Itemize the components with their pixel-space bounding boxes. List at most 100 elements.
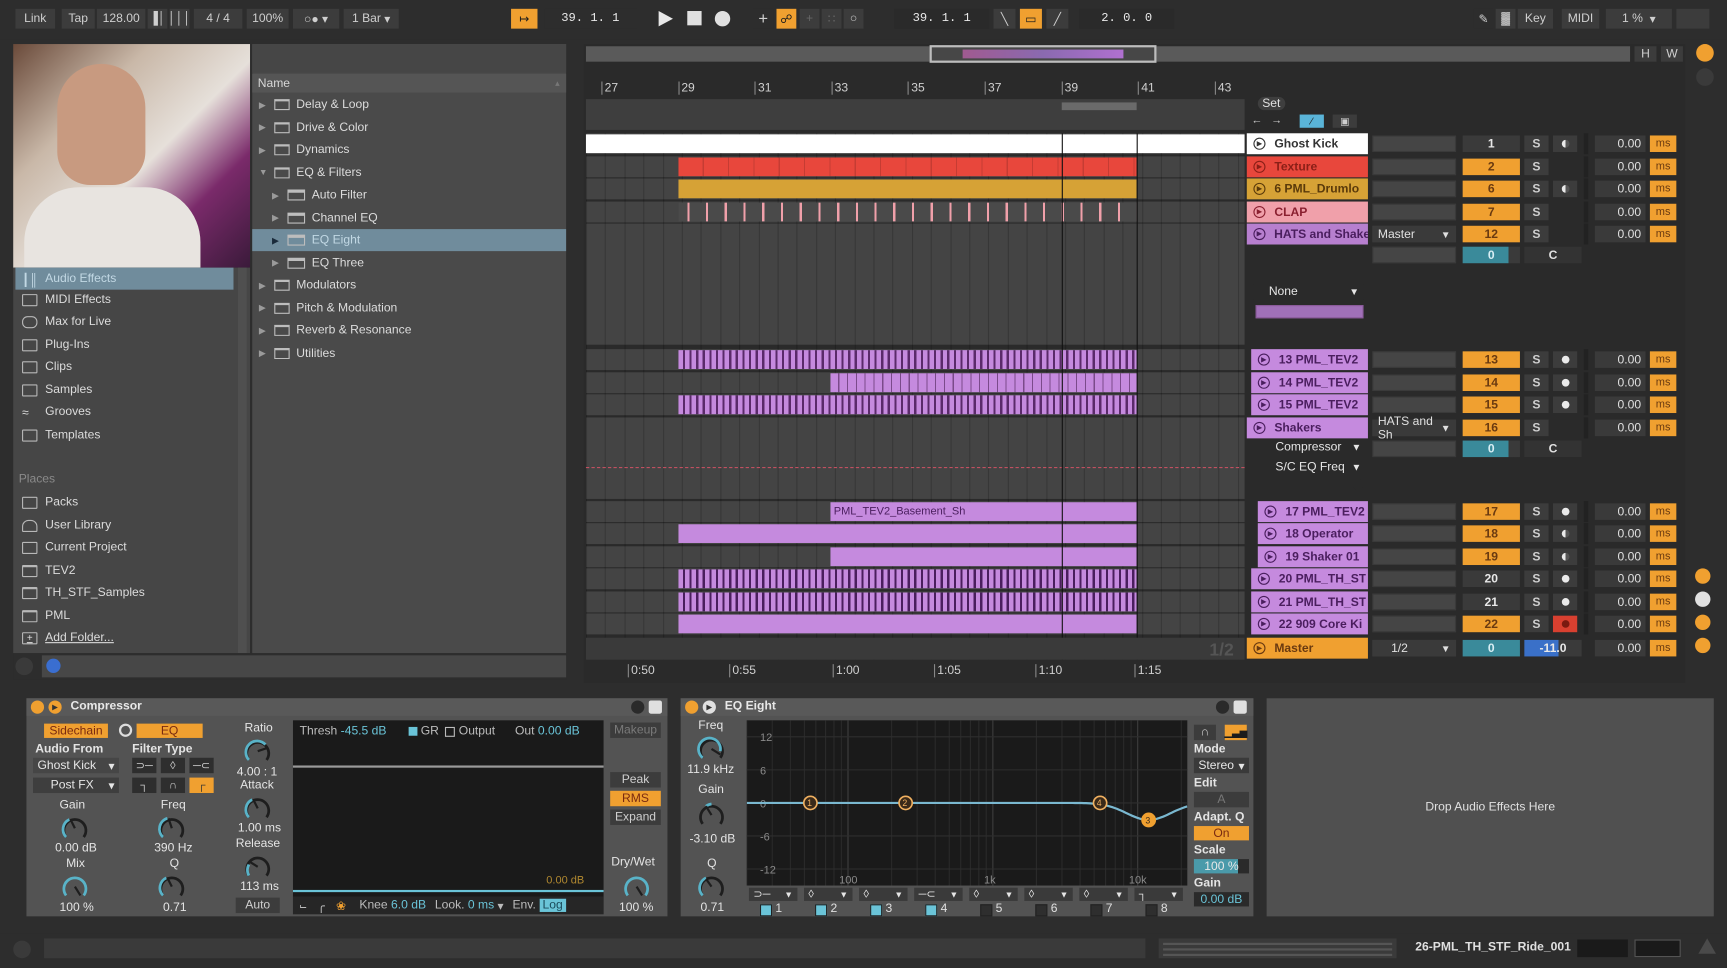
track-delay-field[interactable]: 0.00: [1594, 503, 1646, 520]
solo-button[interactable]: S: [1524, 225, 1549, 243]
track-activator-button[interactable]: 6: [1462, 180, 1520, 198]
hot-swap-icon[interactable]: [15, 657, 34, 676]
solo-button[interactable]: S: [1524, 593, 1549, 611]
sidebar-scrollbar[interactable]: [237, 267, 247, 654]
arm-button[interactable]: [1552, 351, 1578, 368]
punch-in-button[interactable]: ╲: [993, 8, 1016, 29]
track-activator-icon[interactable]: ▶: [1253, 182, 1266, 195]
group-fold-icon[interactable]: ▶: [1253, 227, 1266, 241]
loop-bar-area[interactable]: [585, 99, 1245, 130]
clip-tev2-15[interactable]: [678, 395, 1137, 415]
chevron-right-icon[interactable]: ▶: [272, 235, 283, 245]
band-filter-type-select[interactable]: ─⊂ ▼: [914, 887, 963, 901]
arm-button[interactable]: [1552, 548, 1578, 566]
tap-tempo-button[interactable]: Tap: [61, 8, 95, 29]
chevron-right-icon[interactable]: ▶: [272, 213, 283, 223]
beat-time-ruler[interactable]: 27 29 31 33 35 37 39 41 43: [586, 81, 1245, 100]
sidechain-toggle[interactable]: Sidechain: [44, 723, 108, 738]
track-activator-button[interactable]: 20: [1462, 570, 1520, 588]
loop-length-field[interactable]: 2. 0. 0: [1079, 8, 1175, 29]
session-record-button[interactable]: ○: [843, 8, 864, 29]
chevron-right-icon[interactable]: ▶: [259, 325, 270, 335]
category-midi-effects[interactable]: MIDI Effects: [22, 289, 111, 311]
arm-button[interactable]: [1552, 525, 1578, 542]
track-lane[interactable]: [585, 223, 1245, 345]
delay-unit-toggle[interactable]: ms: [1649, 570, 1677, 588]
track-header[interactable]: ▶ HATS and Shake: [1246, 223, 1368, 245]
add-folder-link[interactable]: + Add Folder...: [22, 627, 114, 649]
band-filter-type-select[interactable]: ◊ ▼: [1079, 887, 1128, 901]
band-on-toggle[interactable]: [1145, 904, 1158, 917]
clip-th-st-20[interactable]: [678, 569, 1137, 589]
chevron-right-icon[interactable]: ▶: [272, 258, 283, 268]
spectrum-button[interactable]: ▁▃▅: [1224, 724, 1247, 741]
master-track-header[interactable]: ▶ Master: [1246, 637, 1368, 659]
input-routing-box[interactable]: [1372, 180, 1457, 198]
chain-parameter-select[interactable]: None ▼: [1253, 284, 1364, 300]
stop-button[interactable]: [687, 11, 702, 26]
lock-envelopes-button[interactable]: ▣: [1332, 114, 1357, 128]
track-activator-icon[interactable]: ▶: [1253, 160, 1266, 173]
chain-value-slider[interactable]: [1255, 305, 1364, 319]
reenable-automation-button[interactable]: +: [799, 8, 820, 29]
optimize-height-button[interactable]: H: [1634, 46, 1657, 62]
band-on-toggle[interactable]: [980, 904, 993, 917]
input-routing-box[interactable]: [1372, 246, 1457, 264]
input-routing-box[interactable]: [1372, 615, 1457, 633]
browser-item[interactable]: ▶ Delay & Loop: [252, 94, 566, 116]
track-header[interactable]: ▶ 19 Shaker 01: [1257, 546, 1368, 568]
input-routing-box[interactable]: [1372, 593, 1457, 611]
attack-knob[interactable]: [242, 793, 273, 824]
sc-mix-knob[interactable]: [59, 871, 90, 902]
out-value[interactable]: 0.00 dB: [538, 725, 580, 738]
collapse-icon[interactable]: ❀: [336, 898, 346, 912]
overview-viewport[interactable]: [929, 45, 1157, 63]
track-delay-field[interactable]: 0.00: [1594, 203, 1646, 221]
sc-freq-knob[interactable]: [156, 813, 187, 844]
solo-button[interactable]: S: [1524, 180, 1549, 198]
browser-item[interactable]: ▶ Drive & Color: [252, 116, 566, 138]
solo-button[interactable]: S: [1524, 615, 1549, 633]
quantize-select[interactable]: 1 Bar ▾: [343, 8, 399, 29]
clip-tev2-14[interactable]: [830, 373, 1137, 393]
eq-freq-knob[interactable]: [696, 734, 727, 765]
master-lane[interactable]: [585, 637, 1245, 660]
category-plug-ins[interactable]: Plug-Ins: [22, 334, 90, 356]
track-activator-icon[interactable]: ▶: [1264, 550, 1277, 563]
send-field[interactable]: 0: [1462, 440, 1520, 458]
delay-unit-toggle[interactable]: ms: [1649, 180, 1677, 198]
clip-th-st-21[interactable]: [678, 592, 1137, 612]
category-samples[interactable]: Samples: [22, 379, 92, 401]
song-position-field[interactable]: 39. 1. 1: [544, 8, 637, 29]
solo-button[interactable]: S: [1524, 203, 1549, 221]
category-templates[interactable]: Templates: [22, 424, 100, 446]
track-delay-field[interactable]: 0.00: [1594, 593, 1646, 611]
delay-unit-toggle[interactable]: ms: [1649, 548, 1677, 566]
category-clips[interactable]: Clips: [22, 356, 72, 378]
input-routing-box[interactable]: [1372, 503, 1457, 520]
follow-toggle[interactable]: ↦: [511, 8, 538, 29]
output-checkbox[interactable]: [445, 726, 456, 737]
track-delay-field[interactable]: 0.00: [1594, 180, 1646, 198]
device-expand-icon[interactable]: ▶: [702, 700, 716, 714]
browser-item[interactable]: ▶ Utilities: [252, 342, 566, 364]
solo-button[interactable]: S: [1524, 135, 1549, 152]
solo-button[interactable]: S: [1524, 396, 1549, 414]
band-on-toggle[interactable]: [925, 904, 938, 917]
preview-toggle-icon[interactable]: [46, 658, 61, 673]
solo-button[interactable]: S: [1524, 548, 1549, 566]
scale-field[interactable]: 100 %: [1193, 859, 1249, 874]
track-delay-field[interactable]: 0.00: [1594, 351, 1646, 368]
arm-button[interactable]: [1552, 615, 1578, 633]
eq-curve-display[interactable]: 1260-6-12100 1k 10k1 2 43: [746, 720, 1188, 886]
input-routing-box[interactable]: [1372, 203, 1457, 221]
loop-brace[interactable]: [1061, 102, 1137, 111]
delay-toggle[interactable]: [1695, 637, 1711, 654]
track-activator-icon[interactable]: ▶: [1253, 205, 1266, 219]
browser-item[interactable]: ▶ Pitch & Modulation: [252, 297, 566, 319]
band-on-toggle[interactable]: [759, 904, 773, 917]
band-filter-type-select[interactable]: ⊃─ ▼: [748, 887, 798, 901]
arm-button[interactable]: [1552, 396, 1578, 414]
browser-item[interactable]: ▶ Dynamics: [252, 139, 566, 161]
track-delay-field[interactable]: 0.00: [1594, 570, 1646, 588]
